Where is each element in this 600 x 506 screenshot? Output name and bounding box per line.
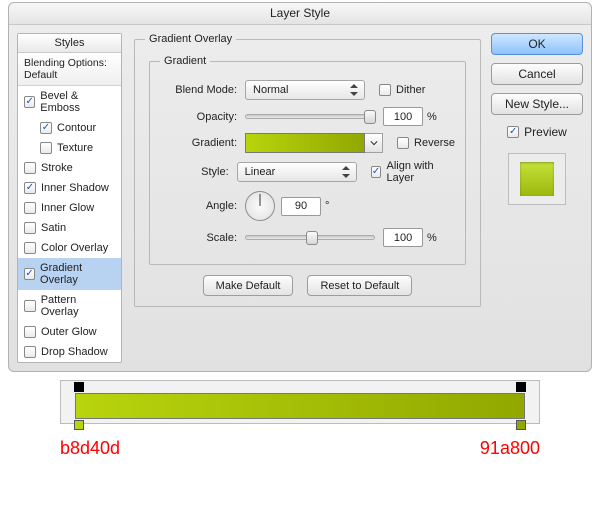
gradient-label: Gradient:	[160, 137, 245, 149]
color-stop-left[interactable]	[74, 420, 84, 430]
sidebar-item-label: Outer Glow	[41, 326, 97, 338]
reset-default-button[interactable]: Reset to Default	[307, 275, 412, 296]
sidebar-item-inner-shadow[interactable]: Inner Shadow	[18, 178, 121, 198]
opacity-stop-right[interactable]	[516, 382, 526, 392]
sidebar-item-satin[interactable]: Satin	[18, 218, 121, 238]
checkbox-icon[interactable]	[40, 122, 52, 134]
align-box	[371, 166, 382, 178]
scale-slider[interactable]	[245, 235, 375, 240]
checkbox-icon[interactable]	[24, 346, 36, 358]
checkbox-icon[interactable]	[40, 142, 52, 154]
make-default-button[interactable]: Make Default	[203, 275, 294, 296]
angle-input[interactable]: 90	[281, 197, 321, 216]
opacity-label: Opacity:	[160, 111, 245, 123]
angle-label: Angle:	[160, 200, 245, 212]
sidebar-item-pattern-overlay[interactable]: Pattern Overlay	[18, 290, 121, 322]
sidebar-item-label: Gradient Overlay	[40, 262, 115, 286]
opacity-stop-left[interactable]	[74, 382, 84, 392]
align-checkbox[interactable]: Align with Layer	[371, 160, 455, 184]
sidebar-item-gradient-overlay[interactable]: Gradient Overlay	[18, 258, 121, 290]
angle-wheel[interactable]	[245, 191, 275, 221]
group-title: Gradient Overlay	[145, 33, 236, 45]
checkbox-icon[interactable]	[24, 300, 36, 312]
sidebar-item-label: Inner Shadow	[41, 182, 109, 194]
blend-mode-select[interactable]: Normal	[245, 80, 365, 100]
window-content: Styles Blending Options: Default Bevel &…	[9, 25, 591, 371]
window-title: Layer Style	[270, 6, 330, 20]
gradient-swatch[interactable]	[245, 133, 365, 153]
new-style-button[interactable]: New Style...	[491, 93, 583, 115]
checkbox-icon[interactable]	[24, 326, 36, 338]
right-color-label: 91a800	[480, 438, 540, 459]
sidebar-item-label: Stroke	[41, 162, 73, 174]
reverse-checkbox[interactable]: Reverse	[397, 137, 455, 149]
sidebar-item-color-overlay[interactable]: Color Overlay	[18, 238, 121, 258]
reverse-box	[397, 137, 409, 149]
subgroup-title: Gradient	[160, 55, 210, 67]
sidebar-subheading[interactable]: Blending Options: Default	[18, 53, 121, 86]
checkbox-icon[interactable]	[24, 242, 36, 254]
gradient-bar[interactable]	[75, 393, 525, 419]
sidebar-item-inner-glow[interactable]: Inner Glow	[18, 198, 121, 218]
checkbox-icon[interactable]	[24, 268, 35, 280]
sidebar-item-label: Contour	[57, 122, 96, 134]
sidebar-item-contour[interactable]: Contour	[18, 118, 121, 138]
checkbox-icon[interactable]	[24, 96, 35, 108]
sidebar-item-label: Satin	[41, 222, 66, 234]
opacity-slider[interactable]	[245, 114, 375, 119]
sidebar-item-drop-shadow[interactable]: Drop Shadow	[18, 342, 121, 362]
sidebar-item-label: Bevel & Emboss	[40, 90, 115, 114]
preview-swatch	[508, 153, 566, 205]
layer-style-window: Layer Style Styles Blending Options: Def…	[8, 2, 592, 372]
dither-box	[379, 84, 391, 96]
scale-input[interactable]: 100	[383, 228, 423, 247]
sidebar-item-bevel-emboss[interactable]: Bevel & Emboss	[18, 86, 121, 118]
ok-button[interactable]: OK	[491, 33, 583, 55]
checkbox-icon[interactable]	[24, 202, 36, 214]
opacity-input[interactable]: 100	[383, 107, 423, 126]
dither-checkbox[interactable]: Dither	[379, 84, 425, 96]
checkbox-icon[interactable]	[24, 162, 36, 174]
color-labels: b8d40d 91a800	[60, 438, 540, 459]
sidebar-item-stroke[interactable]: Stroke	[18, 158, 121, 178]
checkbox-icon[interactable]	[24, 222, 36, 234]
gradient-overlay-group: Gradient Overlay Gradient Blend Mode: No…	[134, 33, 481, 307]
right-buttons: OK Cancel New Style... Preview	[491, 33, 583, 363]
sidebar-item-label: Color Overlay	[41, 242, 108, 254]
sidebar-item-outer-glow[interactable]: Outer Glow	[18, 322, 121, 342]
gradient-subgroup: Gradient Blend Mode: Normal Dither Opaci…	[149, 55, 466, 265]
preview-checkbox[interactable]: Preview	[507, 125, 567, 139]
sidebar-item-label: Drop Shadow	[41, 346, 108, 358]
sidebar-item-label: Pattern Overlay	[41, 294, 115, 318]
left-color-label: b8d40d	[60, 438, 120, 459]
sidebar-item-texture[interactable]: Texture	[18, 138, 121, 158]
titlebar: Layer Style	[9, 3, 591, 25]
sidebar-item-label: Texture	[57, 142, 93, 154]
chevron-down-icon	[370, 139, 378, 147]
styles-sidebar: Styles Blending Options: Default Bevel &…	[17, 33, 122, 363]
cancel-button[interactable]: Cancel	[491, 63, 583, 85]
gradient-dropdown-button[interactable]	[365, 133, 383, 153]
sidebar-item-label: Inner Glow	[41, 202, 94, 214]
options-panel: Gradient Overlay Gradient Blend Mode: No…	[122, 33, 491, 363]
scale-label: Scale:	[160, 232, 245, 244]
gradient-editor	[60, 380, 540, 424]
checkbox-icon[interactable]	[24, 182, 36, 194]
sidebar-heading[interactable]: Styles	[18, 34, 121, 53]
style-label: Style:	[160, 166, 237, 178]
blend-mode-label: Blend Mode:	[160, 84, 245, 96]
color-stop-right[interactable]	[516, 420, 526, 430]
preview-box	[507, 126, 519, 138]
style-select[interactable]: Linear	[237, 162, 357, 182]
